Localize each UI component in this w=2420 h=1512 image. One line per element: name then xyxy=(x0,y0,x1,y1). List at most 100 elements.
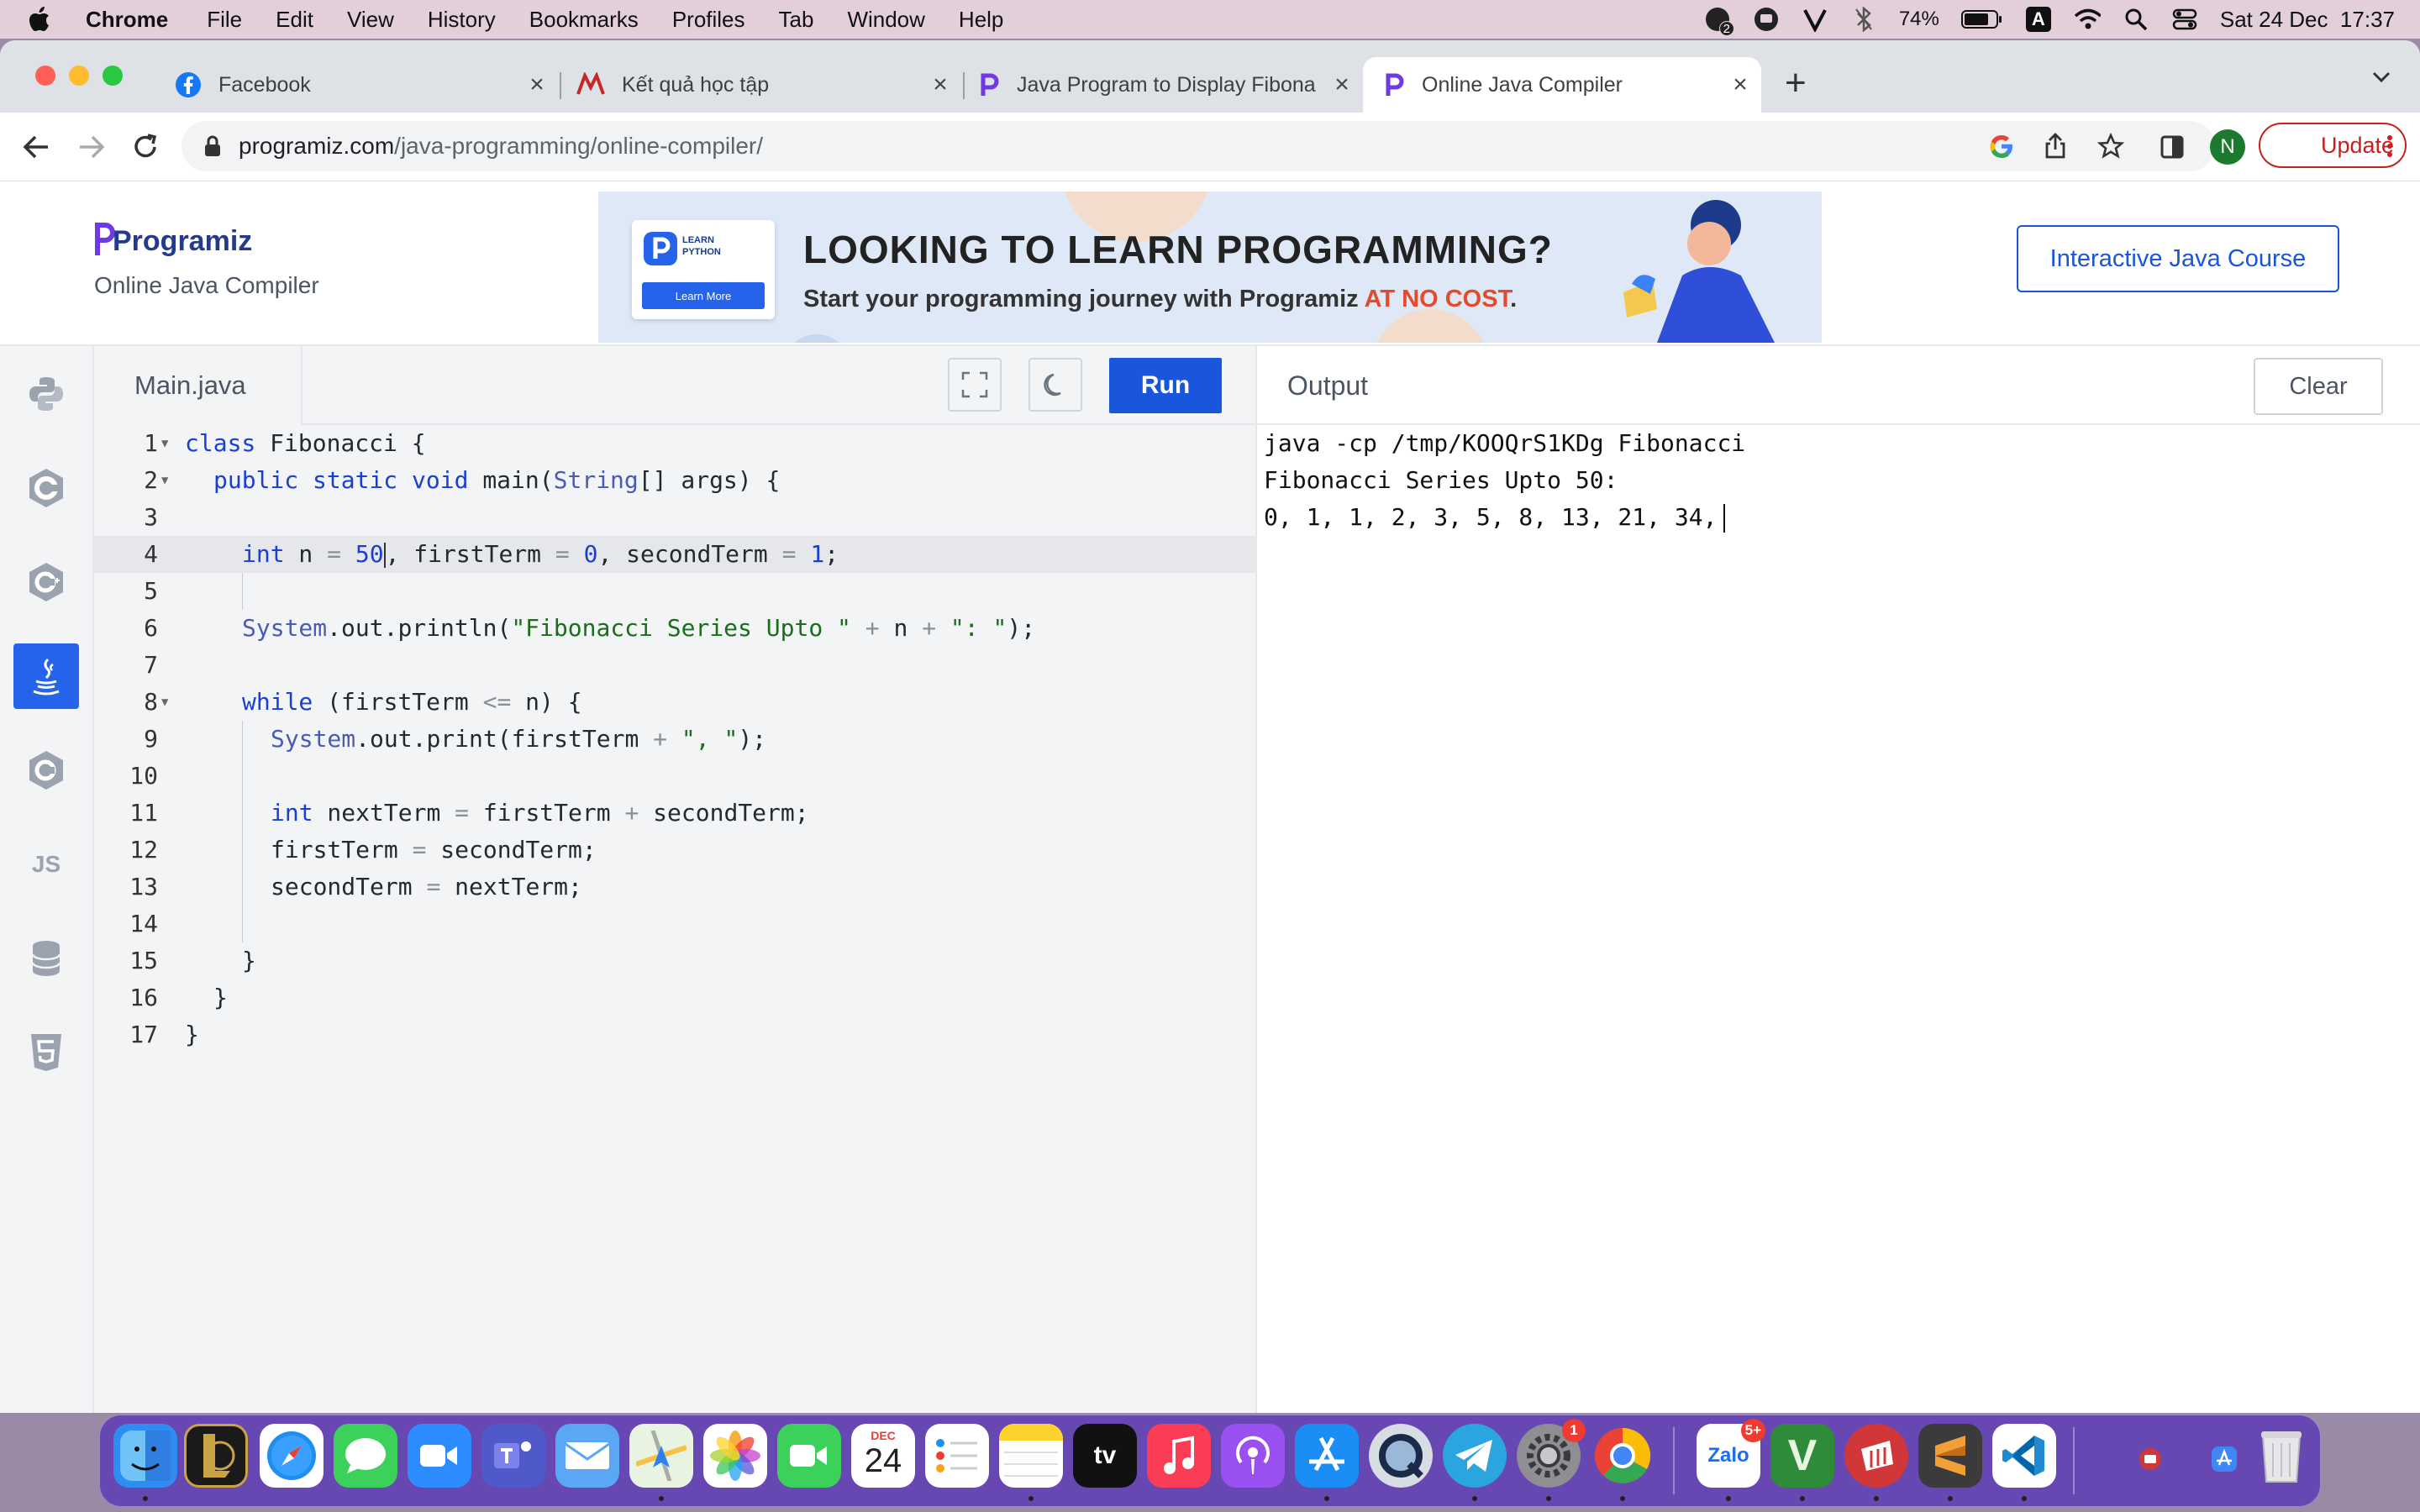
learn-python-card[interactable]: LEARN PYTHON Learn More xyxy=(632,220,775,319)
tab-search-chevron-icon[interactable] xyxy=(2371,71,2391,84)
forward-icon[interactable] xyxy=(77,134,106,160)
fold-arrow-icon[interactable]: ▼ xyxy=(161,462,168,499)
menu-history[interactable]: History xyxy=(411,7,513,33)
file-tab-main-java[interactable]: Main.java xyxy=(94,346,302,425)
dock-quicktime[interactable] xyxy=(1369,1424,1433,1488)
dock-system-preferences[interactable]: 1 xyxy=(1517,1419,1586,1488)
lock-icon[interactable] xyxy=(203,134,222,158)
dock-maps[interactable] xyxy=(629,1424,693,1488)
dock-calendar[interactable]: DEC 24 xyxy=(851,1424,915,1488)
back-icon[interactable] xyxy=(22,134,50,160)
menu-profiles[interactable]: Profiles xyxy=(655,7,762,33)
learn-more-button[interactable]: Learn More xyxy=(642,282,765,309)
run-button[interactable]: Run xyxy=(1109,358,1222,413)
dock-notes[interactable] xyxy=(999,1424,1063,1488)
share-icon[interactable] xyxy=(2044,133,2067,160)
dock-facetime[interactable] xyxy=(777,1424,841,1488)
menu-view[interactable]: View xyxy=(330,7,411,33)
minimize-window-button[interactable] xyxy=(69,66,89,86)
dock-messages[interactable] xyxy=(334,1424,397,1488)
update-chrome-button[interactable]: Update xyxy=(2259,123,2407,168)
html-language-button[interactable] xyxy=(13,1020,79,1085)
control-center-icon[interactable] xyxy=(2171,6,2198,33)
ad-banner[interactable]: LEARN PYTHON Learn More LOOKING TO LEARN… xyxy=(598,192,1822,343)
dock-reminders[interactable] xyxy=(925,1424,989,1488)
dock-zoom[interactable] xyxy=(408,1424,471,1488)
dock-podcasts[interactable] xyxy=(1221,1424,1285,1488)
dock-apple-tv[interactable]: tv xyxy=(1073,1424,1137,1488)
vim-status-icon[interactable] xyxy=(1802,6,1828,33)
bluetooth-icon[interactable] xyxy=(1850,6,1877,33)
profile-avatar[interactable]: N xyxy=(2210,129,2245,165)
dock-downloads[interactable] xyxy=(2206,1441,2243,1478)
zoom-window-button[interactable] xyxy=(103,66,123,86)
tab-online-java-compiler[interactable]: Online Java Compiler × xyxy=(1363,57,1761,113)
csharp-language-button[interactable] xyxy=(13,738,79,803)
menu-clock[interactable]: Sat 24 Dec 17:37 xyxy=(2220,7,2395,33)
indent-guide xyxy=(242,573,243,610)
side-panel-icon[interactable] xyxy=(2160,134,2185,160)
fold-arrow-icon[interactable]: ▼ xyxy=(161,684,168,721)
messenger-status-icon[interactable]: 2 xyxy=(1704,6,1734,36)
close-window-button[interactable] xyxy=(35,66,55,86)
menu-app-name[interactable]: Chrome xyxy=(62,7,190,33)
output-line: java -cp /tmp/KOOQrS1KDg Fibonacci xyxy=(1264,429,1746,457)
reload-icon[interactable] xyxy=(131,133,160,161)
dock-teams[interactable] xyxy=(481,1424,545,1488)
menu-bookmarks[interactable]: Bookmarks xyxy=(513,7,655,33)
battery-icon[interactable] xyxy=(1960,6,2003,33)
programiz-logo[interactable]: Programiz xyxy=(94,218,252,258)
menu-window[interactable]: Window xyxy=(830,7,941,33)
dock-telegram[interactable] xyxy=(1443,1424,1507,1488)
input-source-icon[interactable]: A xyxy=(2025,6,2052,33)
new-tab-button[interactable]: + xyxy=(1785,62,1807,104)
more-menu-icon[interactable] xyxy=(2386,134,2393,158)
fold-arrow-icon[interactable]: ▼ xyxy=(161,425,168,462)
tab-ket-qua-hoc-tap[interactable]: Kết quả học tập × xyxy=(561,57,961,113)
dock-vim[interactable]: V xyxy=(1770,1424,1834,1488)
python-language-button[interactable] xyxy=(13,361,79,427)
dock-music[interactable] xyxy=(1147,1424,1211,1488)
tab-java-fibonacci[interactable]: Java Program to Display Fibona × xyxy=(965,57,1363,113)
c-language-button[interactable] xyxy=(13,455,79,521)
menu-tab[interactable]: Tab xyxy=(762,7,831,33)
google-icon[interactable] xyxy=(1988,133,2015,160)
dock-mail[interactable] xyxy=(555,1424,619,1488)
dock-finder[interactable] xyxy=(113,1424,177,1488)
spotlight-search-icon[interactable] xyxy=(2123,6,2149,33)
menu-help[interactable]: Help xyxy=(942,7,1020,33)
dock-app-store[interactable] xyxy=(1295,1424,1359,1488)
sql-language-button[interactable] xyxy=(13,926,79,991)
dark-mode-toggle[interactable] xyxy=(1028,358,1082,412)
address-bar[interactable]: programiz.com/java-programming/online-co… xyxy=(182,121,2215,171)
code-area[interactable]: 1 ▼ class Fibonacci { 2 ▼ public static void… xyxy=(94,425,1257,1053)
wifi-icon[interactable] xyxy=(2074,6,2101,33)
output-console[interactable]: java -cp /tmp/KOOQrS1KDg Fibonacci Fibon… xyxy=(1264,425,1745,536)
dock-zalo[interactable]: Zalo 5+ xyxy=(1697,1419,1765,1488)
close-tab-icon[interactable]: × xyxy=(1728,71,1753,99)
java-language-button[interactable] xyxy=(13,643,79,709)
dock-safari[interactable] xyxy=(260,1424,324,1488)
apple-icon[interactable] xyxy=(0,7,62,32)
dock-riot-client[interactable] xyxy=(1844,1424,1908,1488)
dock-photos[interactable] xyxy=(703,1424,767,1488)
interactive-java-course-button[interactable]: Interactive Java Course xyxy=(2017,225,2339,292)
dock-league-of-legends[interactable] xyxy=(184,1424,248,1488)
dock-chrome[interactable] xyxy=(1591,1424,1655,1488)
bookmark-star-icon[interactable] xyxy=(2097,133,2124,160)
close-tab-icon[interactable]: × xyxy=(928,71,953,99)
fullscreen-button[interactable] xyxy=(948,358,1002,412)
chat-status-icon[interactable] xyxy=(1753,6,1780,33)
close-tab-icon[interactable]: × xyxy=(1329,71,1355,99)
menu-edit[interactable]: Edit xyxy=(259,7,330,33)
dock-vscode[interactable] xyxy=(1992,1424,2056,1488)
clear-button[interactable]: Clear xyxy=(2254,358,2383,415)
tab-facebook[interactable]: Facebook × xyxy=(160,57,558,113)
close-tab-icon[interactable]: × xyxy=(524,71,550,99)
dock-trash[interactable] xyxy=(2249,1424,2313,1488)
menu-file[interactable]: File xyxy=(190,7,259,33)
dock-sublime-text[interactable] xyxy=(1918,1424,1982,1488)
javascript-language-button[interactable]: JS xyxy=(13,832,79,897)
dock-minimized-chat[interactable] xyxy=(2132,1441,2169,1478)
cpp-language-button[interactable] xyxy=(13,549,79,615)
